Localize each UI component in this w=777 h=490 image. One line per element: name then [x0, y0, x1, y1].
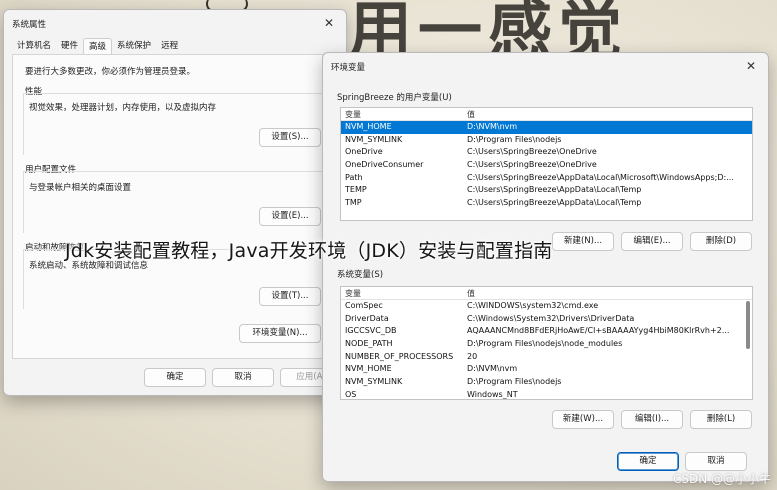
system-variables-label: 系统变量(S) [337, 270, 384, 280]
system-edit-button[interactable]: 编辑(I)... [621, 410, 683, 429]
table-row[interactable]: TMP C:\Users\SpringBreeze\AppData\Local\T… [341, 197, 752, 210]
variable-name: NVM_HOME [345, 364, 392, 374]
system-properties-footer: 确定 取消 应用(A) [4, 359, 346, 395]
tab-strip: 计算机名 硬件 高级 系统保护 远程 [12, 38, 183, 54]
system-properties-window: 系统属性 ✕ 计算机名 硬件 高级 系统保护 远程 要进行大多数更改，你必须作为… [3, 9, 347, 396]
system-variables-header: 变量 值 [341, 287, 752, 300]
column-variable[interactable]: 变量 [341, 287, 463, 299]
tab-advanced[interactable]: 高级 [83, 38, 113, 54]
tab-remote[interactable]: 远程 [156, 38, 183, 54]
variable-value: C:\Users\SpringBreeze\OneDrive [467, 147, 597, 157]
user-variables-header: 变量 值 [341, 108, 752, 121]
table-row[interactable]: ComSpec C:\WINDOWS\system32\cmd.exe [341, 300, 752, 313]
table-row[interactable]: OneDrive C:\Users\SpringBreeze\OneDrive [341, 146, 752, 159]
variable-name: NVM_HOME [345, 122, 392, 131]
variable-name: OneDrive [345, 147, 383, 157]
variable-name: TMP [345, 198, 362, 208]
user-variables-label: SpringBreeze 的用户变量(U) [337, 93, 452, 103]
variable-value: C:\Windows\System32\Drivers\DriverData [467, 313, 635, 323]
user-profiles-settings-button[interactable]: 设置(E)... [259, 207, 321, 226]
system-properties-titlebar: 系统属性 ✕ [4, 10, 346, 38]
table-row[interactable]: Path C:\Users\SpringBreeze\AppData\Local\… [341, 172, 752, 185]
window-title: 系统属性 [12, 20, 47, 30]
table-row[interactable]: NVM_SYMLINK D:\Program Files\nodejs [341, 376, 752, 389]
window-title: 环境变量 [331, 63, 366, 73]
system-delete-button[interactable]: 删除(L) [690, 410, 752, 429]
variable-name: OS [345, 389, 357, 399]
env-cancel-button[interactable]: 取消 [685, 452, 747, 471]
column-value[interactable]: 值 [463, 287, 752, 299]
variable-name: Path [345, 172, 363, 182]
table-row[interactable]: NODE_PATH D:\Program Files\nodejs\node_mo… [341, 338, 752, 351]
variable-value: C:\Users\SpringBreeze\AppData\Local\Temp [467, 198, 642, 208]
table-row[interactable]: NVM_HOME D:\NVM\nvm [341, 363, 752, 376]
article-caption: Jdk安装配置教程，Java开发环境（JDK）安装与配置指南 [65, 240, 553, 262]
performance-desc: 视觉效果，处理器计划，内存使用，以及虚拟内存 [29, 103, 217, 113]
system-variables-scrollbar[interactable] [746, 301, 750, 349]
variable-value: D:\Program Files\nodejs [467, 377, 562, 387]
variable-value: C:\Users\SpringBreeze\OneDrive [467, 160, 597, 170]
user-new-button[interactable]: 新建(N)... [552, 232, 614, 251]
column-value[interactable]: 值 [463, 108, 752, 120]
variable-value: 20 [467, 351, 478, 361]
cancel-button[interactable]: 取消 [212, 368, 274, 387]
variable-value: D:\NVM\nvm [467, 364, 518, 374]
variable-name: IGCCSVC_DB [345, 326, 397, 336]
admin-note: 要进行大多数更改，你必须作为管理员登录。 [25, 67, 196, 77]
system-new-button[interactable]: 新建(W)... [552, 410, 614, 429]
table-row[interactable]: OneDriveConsumer C:\Users\SpringBreeze\On… [341, 159, 752, 172]
table-row[interactable]: TEMP C:\Users\SpringBreeze\AppData\Local\… [341, 184, 752, 197]
variable-value: AQAAANCMnd8BFdERjHoAwE/Cl+sBAAAAYyg4HbiM… [467, 326, 730, 336]
variable-value: C:\WINDOWS\system32\cmd.exe [467, 301, 599, 310]
system-variables-list[interactable]: 变量 值 ComSpec C:\WINDOWS\system32\cmd.exe D… [340, 286, 753, 400]
variable-name: NVM_SYMLINK [345, 377, 403, 387]
close-icon[interactable]: ✕ [322, 16, 336, 30]
table-row[interactable]: NVM_HOME D:\NVM\nvm [341, 121, 752, 134]
advanced-panel: 要进行大多数更改，你必须作为管理员登录。 性能 视觉效果，处理器计划，内存使用，… [12, 54, 338, 359]
tab-hardware[interactable]: 硬件 [56, 38, 83, 54]
user-profiles-desc: 与登录帐户相关的桌面设置 [29, 183, 132, 193]
variable-value: C:\Users\SpringBreeze\AppData\Local\Micr… [467, 172, 734, 182]
variable-value: D:\Program Files\nodejs\node_modules [467, 339, 623, 349]
close-icon[interactable]: ✕ [744, 59, 758, 73]
startup-settings-button[interactable]: 设置(T)... [259, 287, 321, 306]
user-variables-list[interactable]: 变量 值 NVM_HOME D:\NVM\nvm NVM_SYMLINK D:\Pro… [340, 107, 753, 221]
env-ok-button[interactable]: 确定 [617, 452, 679, 471]
ok-button[interactable]: 确定 [144, 368, 206, 387]
variable-name: DriverData [345, 313, 389, 323]
table-row[interactable]: NVM_SYMLINK D:\Program Files\nodejs [341, 134, 752, 147]
csdn-watermark: CSDN @@小小牛 [672, 472, 771, 486]
column-variable[interactable]: 变量 [341, 108, 463, 120]
table-row[interactable]: DriverData C:\Windows\System32\Drivers\Dr… [341, 313, 752, 326]
variable-name: NUMBER_OF_PROCESSORS [345, 351, 454, 361]
tab-system-protection[interactable]: 系统保护 [112, 38, 156, 54]
table-row[interactable]: IGCCSVC_DB AQAAANCMnd8BFdERjHoAwE/Cl+sBAA… [341, 325, 752, 338]
environment-variables-button[interactable]: 环境变量(N)... [239, 324, 321, 343]
variable-value: Windows_NT [467, 389, 518, 399]
user-edit-button[interactable]: 编辑(E)... [621, 232, 683, 251]
user-delete-button[interactable]: 删除(D) [690, 232, 752, 251]
variable-value: C:\Users\SpringBreeze\AppData\Local\Temp [467, 185, 642, 195]
variable-name: ComSpec [345, 301, 383, 310]
performance-settings-button[interactable]: 设置(S)... [259, 128, 321, 147]
variable-value: D:\Program Files\nodejs [467, 134, 562, 144]
variable-name: OneDriveConsumer [345, 160, 424, 170]
table-row[interactable]: OS Windows_NT [341, 389, 752, 399]
variable-value: D:\NVM\nvm [467, 122, 518, 131]
variable-name: NVM_SYMLINK [345, 134, 403, 144]
tab-computer-name[interactable]: 计算机名 [12, 38, 56, 54]
environment-variables-window: 环境变量 ✕ SpringBreeze 的用户变量(U) 变量 值 NVM_HO… [322, 52, 769, 482]
environment-variables-titlebar: 环境变量 ✕ [323, 53, 768, 81]
table-row[interactable]: NUMBER_OF_PROCESSORS 20 [341, 351, 752, 364]
variable-name: TEMP [345, 185, 367, 195]
variable-name: NODE_PATH [345, 339, 393, 349]
